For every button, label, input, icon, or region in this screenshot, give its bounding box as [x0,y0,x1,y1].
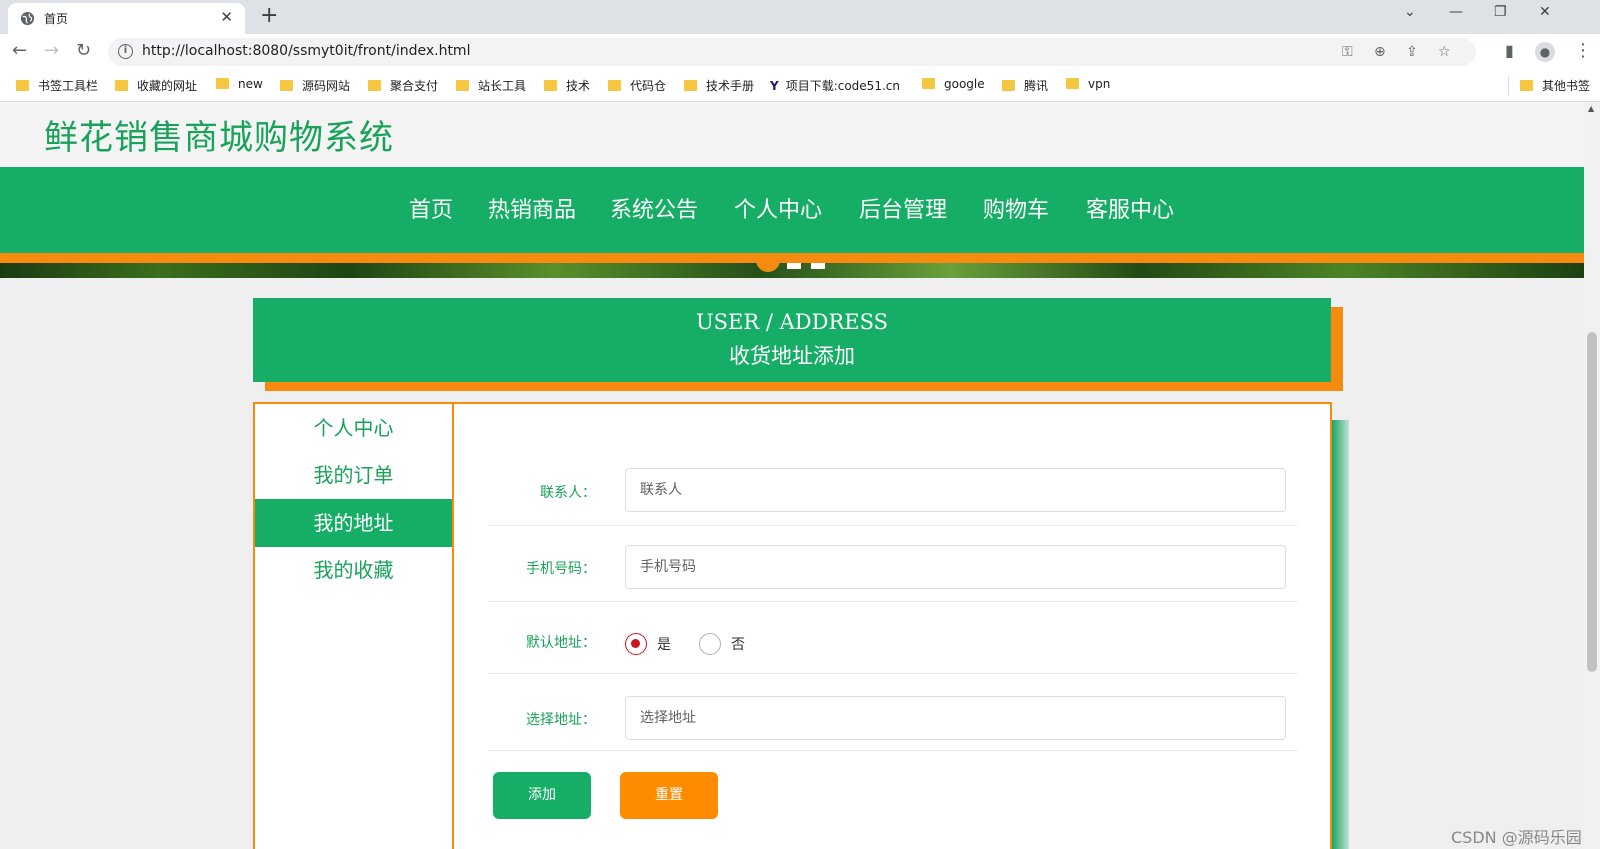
folder-icon [544,80,557,91]
reload-icon[interactable]: ↻ [76,41,91,61]
folder-icon [922,78,935,89]
side-panel-icon[interactable]: ▮ [1505,41,1514,61]
add-button[interactable]: 添加 [493,772,591,819]
site-header: 鲜花销售商城购物系统 [0,102,1584,167]
address-label: 选择地址： [526,712,596,728]
nav-announcements[interactable]: 系统公告 [610,192,698,224]
bookmark-item[interactable]: 收藏的网址 [115,77,197,94]
page-viewport: 鲜花销售商城购物系统 首页 热销商品 系统公告 个人中心 后台管理 购物车 客服… [0,102,1584,849]
nav-admin[interactable]: 后台管理 [859,192,947,224]
restore-button[interactable]: ❐ [1494,4,1507,20]
nav-accent-stripe [0,253,1584,263]
sidebar-item-my-favorites[interactable]: 我的收藏 [255,546,452,594]
new-tab-button[interactable]: + [260,3,278,29]
folder-icon [1002,80,1015,91]
tab-search-chevron-icon[interactable]: ⌄ [1404,4,1416,20]
minimize-button[interactable]: — [1449,4,1463,20]
phone-label: 手机号码： [526,561,596,577]
folder-icon [456,80,469,91]
folder-icon [1066,78,1079,89]
browser-tab-strip: 首页 ✕ + ⌄ — ❐ ✕ [0,0,1600,34]
site-title: 鲜花销售商城购物系统 [44,118,394,158]
section-title-en: USER / ADDRESS [695,310,889,334]
tab-close-icon[interactable]: ✕ [220,8,233,26]
browser-tab[interactable]: 首页 ✕ [8,3,245,34]
address-select-input[interactable] [625,696,1286,740]
sidebar-item-personal-center[interactable]: 个人中心 [255,404,452,452]
scrollbar-thumb[interactable] [1587,332,1597,672]
site-logo-icon: Y [770,79,779,93]
section-title-cn: 收货地址添加 [729,344,855,368]
carousel-dot[interactable] [787,263,801,269]
user-sidebar: 个人中心 我的订单 我的地址 我的收藏 [253,402,454,849]
form-row-phone: 手机号码： [488,526,1298,602]
folder-icon [16,80,29,91]
carousel-dot[interactable] [811,263,825,269]
form-row-contact: 联系人： [488,468,1298,526]
folder-icon [216,78,229,89]
profile-avatar-icon[interactable]: ● [1535,42,1555,62]
share-icon[interactable]: ⇪ [1406,44,1418,60]
bookmark-item[interactable]: 书签工具栏 [16,77,98,94]
other-bookmarks[interactable]: 其他书签 [1520,77,1590,94]
close-window-button[interactable]: ✕ [1539,4,1551,20]
nav-home[interactable]: 首页 [409,192,453,224]
back-arrow-icon[interactable]: ← [12,41,27,61]
default-address-label: 默认地址： [526,635,596,651]
section-title-box: USER / ADDRESS 收货地址添加 [253,298,1331,382]
address-form-panel: 联系人： 手机号码： 默认地址： 是 否 选择地址： 添加 重置 [454,402,1332,849]
nav-customer-service[interactable]: 客服中心 [1086,192,1174,224]
folder-icon [280,80,293,91]
default-yes-radio[interactable] [625,633,647,655]
form-row-default-address: 默认地址： 是 否 [488,602,1298,674]
reset-button[interactable]: 重置 [620,772,718,819]
scroll-up-arrow-icon[interactable]: ▲ [1588,104,1594,113]
bookmark-item[interactable]: google [922,77,985,91]
default-yes-label[interactable]: 是 [657,634,671,654]
forward-arrow-icon[interactable]: → [44,41,59,61]
bookmark-item[interactable]: new [216,77,263,91]
bookmark-item[interactable]: Y 项目下载:code51.cn [770,77,900,94]
csdn-watermark: CSDN @源码乐园 [1451,828,1582,847]
key-icon[interactable]: ⚿ [1342,44,1353,60]
sidebar-item-my-address[interactable]: 我的地址 [255,499,452,547]
form-row-address: 选择地址： [488,674,1298,751]
bookmark-item[interactable]: 源码网站 [280,77,350,94]
bookmark-item[interactable]: 技术 [544,77,590,94]
folder-icon [684,80,697,91]
tab-title: 首页 [44,12,69,26]
main-nav: 首页 热销商品 系统公告 个人中心 后台管理 购物车 客服中心 [0,167,1584,253]
folder-icon [608,80,621,91]
phone-input[interactable] [625,545,1286,589]
bookmark-item[interactable]: 代码仓 [608,77,666,94]
panel-shadow [1331,420,1349,849]
bookmarks-separator [1508,76,1509,96]
zoom-icon[interactable]: ⊕ [1374,44,1386,60]
browser-toolbar: ← → ↻ i http://localhost:8080/ssmyt0it/f… [0,34,1600,70]
bookmarks-bar: 书签工具栏 收藏的网址 new 源码网站 聚合支付 站长工具 技术 代码仓 技术… [0,70,1600,102]
folder-icon [115,80,128,91]
kebab-menu-icon[interactable]: ⋮ [1574,41,1592,61]
nav-personal-center[interactable]: 个人中心 [734,192,822,224]
default-no-label[interactable]: 否 [731,634,745,654]
page-scrollbar[interactable]: ▲ [1584,102,1600,849]
bookmark-item[interactable]: vpn [1066,77,1110,91]
nav-cart[interactable]: 购物车 [983,192,1049,224]
bookmark-item[interactable]: 站长工具 [456,77,526,94]
default-no-radio[interactable] [699,633,721,655]
url-text[interactable]: http://localhost:8080/ssmyt0it/front/ind… [142,43,470,59]
bookmark-item[interactable]: 技术手册 [684,77,754,94]
contact-input[interactable] [625,468,1286,512]
globe-icon [20,11,35,26]
site-info-icon[interactable]: i [118,44,133,59]
folder-icon [1520,80,1533,91]
folder-icon [368,80,381,91]
nav-hot-products[interactable]: 热销商品 [488,192,576,224]
bookmark-star-icon[interactable]: ☆ [1438,44,1451,60]
sidebar-item-my-orders[interactable]: 我的订单 [255,451,452,499]
bookmark-item[interactable]: 聚合支付 [368,77,438,94]
address-bar[interactable]: i http://localhost:8080/ssmyt0it/front/i… [108,38,1476,66]
contact-label: 联系人： [540,485,596,501]
bookmark-item[interactable]: 腾讯 [1002,77,1048,94]
